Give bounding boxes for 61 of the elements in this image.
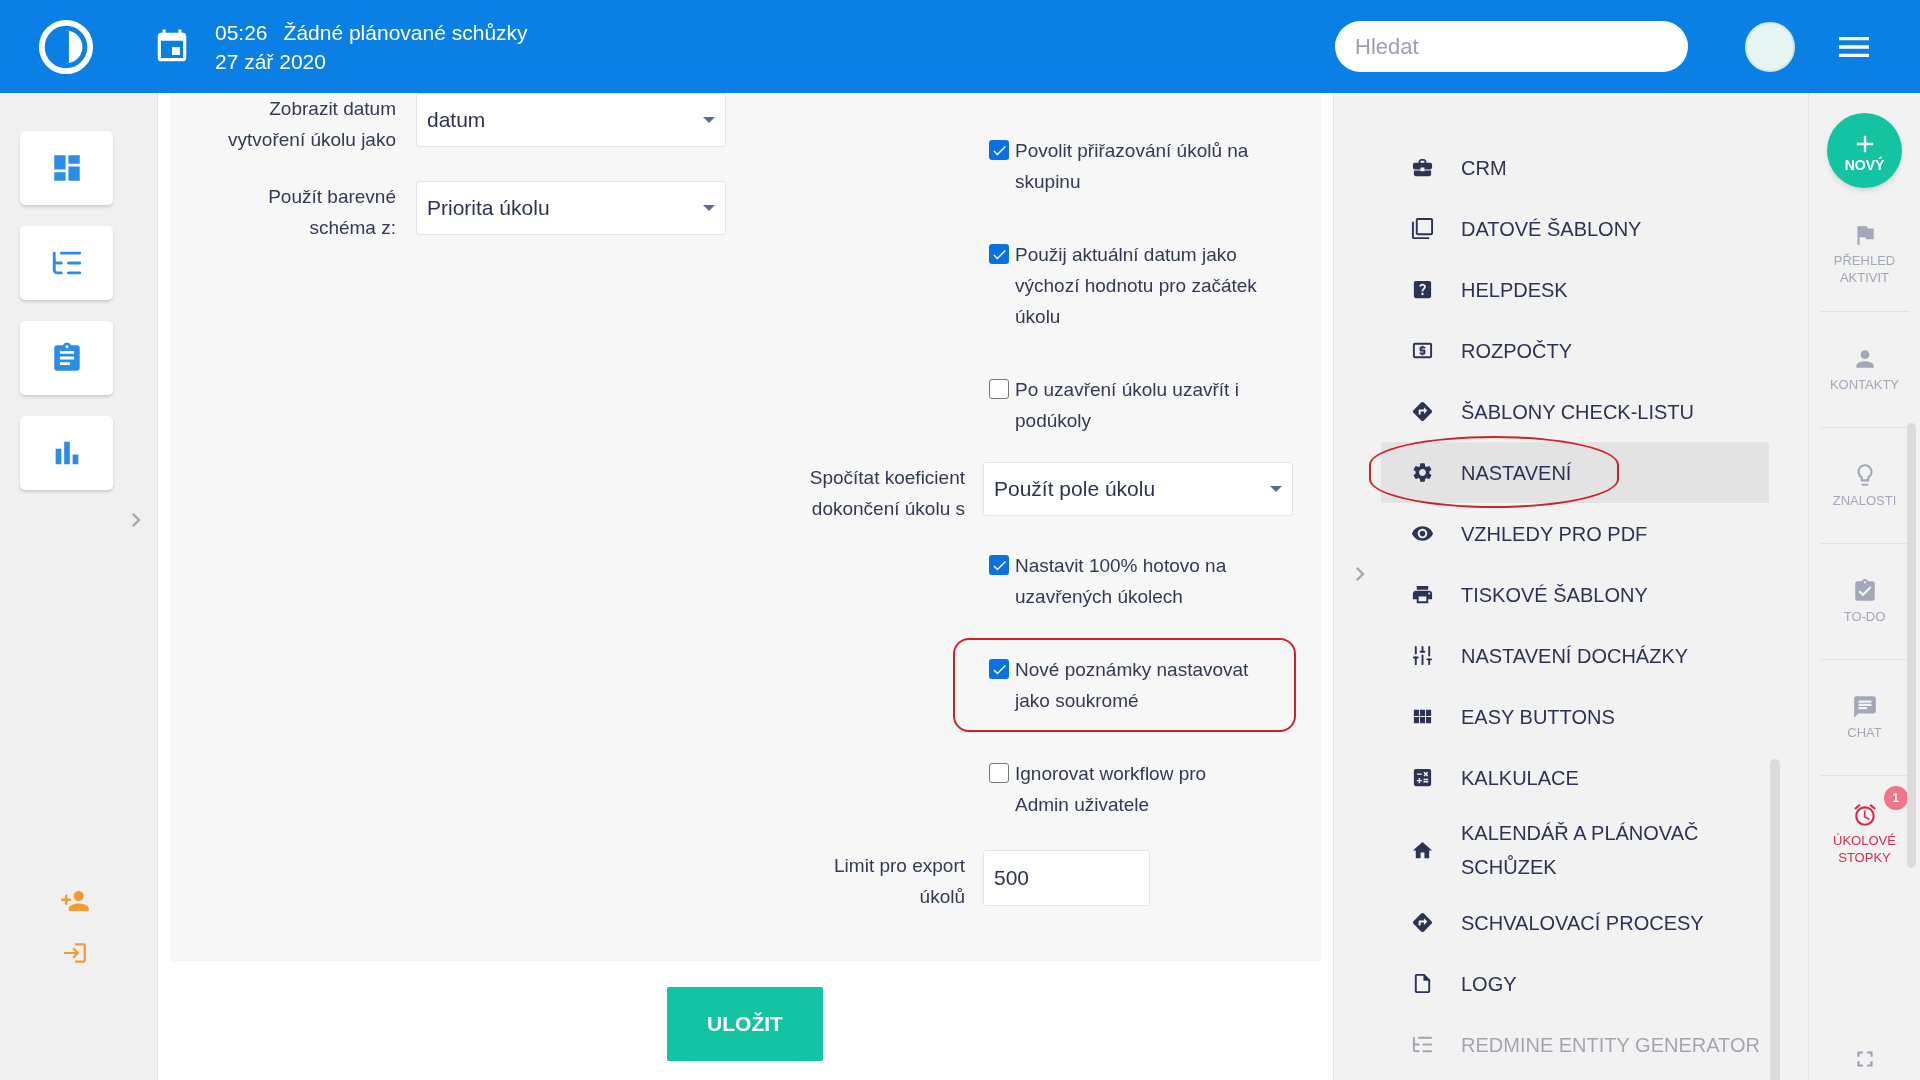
dropdown[interactable]: datum: [416, 93, 726, 147]
caret-icon: [1270, 486, 1282, 492]
current-time: 05:26: [215, 19, 268, 46]
checkbox-label: Povolit přiřazování úkolů na skupinu: [1015, 139, 1250, 194]
settings-menu-item[interactable]: ROZPOČTY: [1381, 320, 1769, 381]
settings-menu-item[interactable]: SCHVALOVACÍ PROCESY: [1381, 892, 1769, 953]
settings-menu-item[interactable]: NASTAVENÍ DOCHÁZKY: [1381, 625, 1769, 686]
checkbox[interactable]: [989, 763, 1009, 783]
nav-card[interactable]: [20, 321, 113, 395]
nav-card[interactable]: [20, 131, 113, 205]
current-date: 27 zář 2020: [215, 48, 327, 75]
notification-badge: 1: [1883, 786, 1908, 810]
settings-menu-item[interactable]: NASTAVENÍ: [1381, 442, 1769, 503]
field-label: Zobrazit datum vytvoření úkolu jako: [227, 97, 396, 152]
settings-menu-item[interactable]: HELPDESK: [1381, 259, 1769, 320]
copy-icon: [1411, 217, 1434, 240]
checkbox-label: Nové poznámky nastavovat jako soukromé: [1015, 658, 1250, 713]
settings-menu-item[interactable]: DATOVÉ ŠABLONY: [1381, 198, 1769, 259]
checkbox[interactable]: [989, 140, 1009, 160]
dropdown[interactable]: Priorita úkolu: [416, 181, 726, 235]
nav-card[interactable]: [20, 416, 113, 490]
settings-icon: [1411, 461, 1434, 484]
checkbox-label: Po uzavření úkolu uzavřít i podúkoly: [1015, 378, 1240, 433]
caret-icon: [703, 117, 715, 123]
settings-menu-item[interactable]: LOGY: [1381, 953, 1769, 1014]
field-label: Spočítat koeficient dokončení úkolu s: [808, 466, 965, 521]
settings-menu-item[interactable]: TISKOVÉ ŠABLONY: [1381, 564, 1769, 625]
checkbox[interactable]: [989, 244, 1009, 264]
chat-icon: [1851, 694, 1878, 720]
field-label: Použít barevné schéma z:: [267, 185, 396, 240]
settings-menu-item[interactable]: CRM: [1381, 137, 1769, 198]
logo-icon[interactable]: [37, 17, 95, 76]
field-label: Limit pro export úkolů: [833, 854, 965, 909]
help-icon: [1411, 278, 1434, 301]
caret-icon: [703, 205, 715, 211]
calculator-icon: [1411, 766, 1434, 789]
checkbox-label: Použij aktuální datum jako výchozí hodnotu pro začátek úkolu: [1015, 243, 1258, 329]
briefcase-icon: [1411, 156, 1434, 179]
checkbox-label: Nastavit 100% hotovo na uzavřených úkolech: [1015, 554, 1228, 609]
sliders-icon: [1411, 644, 1434, 667]
nav-card[interactable]: [20, 226, 113, 300]
checkbox-label: Ignorovat workflow pro Admin uživatele: [1015, 762, 1208, 817]
settings-menu-item[interactable]: KALENDÁŘ A PLÁNOVAČ SCHŮZEK: [1381, 808, 1769, 892]
login-icon[interactable]: [62, 940, 88, 966]
settings-menu-item[interactable]: KALKULACE: [1381, 747, 1769, 808]
checkbox[interactable]: [989, 555, 1009, 575]
checkbox[interactable]: [989, 659, 1009, 679]
alarm-clock-icon: [1851, 802, 1878, 828]
diamond-arrow-icon: [1411, 400, 1434, 423]
settings-menu-item[interactable]: EASY BUTTONS: [1381, 686, 1769, 747]
settings-menu-item[interactable]: ŠABLONY CHECK-LISTU: [1381, 381, 1769, 442]
scrollbar[interactable]: [1907, 423, 1916, 868]
settings-menu-item[interactable]: VZHLEDY PRO PDF: [1381, 503, 1769, 564]
avatar[interactable]: [1745, 21, 1795, 72]
printer-icon: [1411, 583, 1434, 606]
dropdown[interactable]: Použít pole úkolu: [983, 462, 1293, 516]
search-field[interactable]: Hledat: [1335, 21, 1688, 72]
checkbox[interactable]: [989, 379, 1009, 399]
meeting-status: Žádné plánované schůzky: [283, 19, 528, 46]
diamond-arrow-icon: [1411, 911, 1434, 934]
input-field[interactable]: 500: [983, 850, 1150, 906]
